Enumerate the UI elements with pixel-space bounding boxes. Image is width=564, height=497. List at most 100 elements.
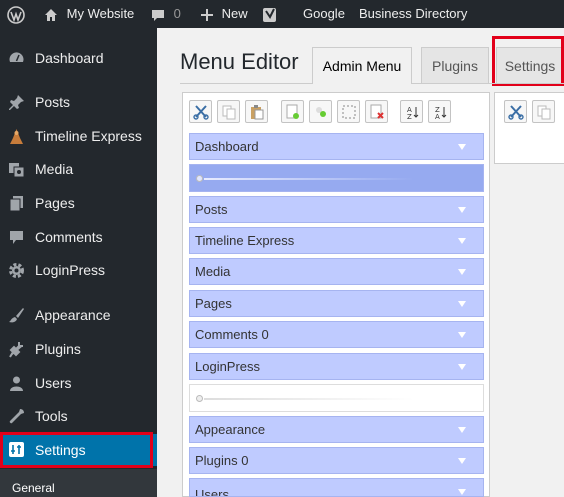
menu-item-pages[interactable]: Pages (189, 290, 484, 317)
menu-item-timeline-express[interactable]: Timeline Express (189, 227, 484, 254)
comments-link[interactable]: 0 (150, 0, 181, 28)
tab-plugins[interactable]: Plugins (421, 47, 489, 83)
google-link[interactable]: Google (303, 0, 345, 28)
menu-item-users[interactable]: Users (189, 478, 484, 497)
menu-item-appearance[interactable]: Appearance (189, 416, 484, 443)
expand-arrow-icon[interactable] (458, 332, 466, 338)
expand-arrow-icon[interactable] (458, 269, 466, 275)
menu-item-label: Users (195, 487, 229, 497)
sidebar-item-dashboard[interactable]: Dashboard (0, 43, 157, 73)
sidebar-item-label: Tools (35, 408, 68, 424)
submenu-copy-button[interactable] (532, 100, 555, 123)
comments-icon (10, 231, 23, 244)
sidebar-item-label: Dashboard (35, 50, 104, 66)
new-menu-button[interactable] (281, 100, 304, 123)
menu-item-media[interactable]: Media (189, 258, 484, 285)
sort-descending-button[interactable]: ZA (428, 100, 451, 123)
sidebar-item-label: Comments (35, 229, 103, 245)
pages-icon (9, 196, 23, 212)
settings-icon (9, 442, 24, 457)
sidebar-item-label: Media (35, 161, 74, 177)
sort-ascending-button[interactable]: AZ (400, 100, 423, 123)
menu-separator[interactable] (189, 384, 484, 412)
menu-item-label: Dashboard (195, 139, 259, 154)
sidebar-item-loginpress[interactable]: LoginPress (0, 255, 157, 285)
page-title: Menu Editor (180, 49, 299, 74)
expand-arrow-icon[interactable] (458, 364, 466, 370)
sidebar-item-label: Settings (35, 442, 86, 458)
new-item-icon (316, 107, 326, 117)
media-icon (9, 163, 25, 178)
business-directory-link[interactable]: Business Directory (359, 0, 467, 28)
menu-item-label: Media (195, 264, 231, 279)
sidebar-item-pages[interactable]: Pages (0, 188, 157, 218)
sort-desc-icon: ZA (435, 106, 447, 120)
yoast-icon[interactable] (262, 0, 278, 28)
sidebar-item-comments[interactable]: Comments (0, 222, 157, 252)
sidebar-item-users[interactable]: Users (0, 368, 157, 398)
menu-item-dashboard[interactable]: Dashboard (189, 133, 484, 160)
comment-icon (152, 9, 164, 21)
plus-icon (201, 8, 213, 21)
copy-icon (537, 105, 551, 120)
sidebar-item-timeline-express[interactable]: Timeline Express (0, 121, 157, 151)
svg-text:A: A (435, 113, 440, 120)
sidebar-submenu: General (0, 469, 157, 497)
menu-item-posts[interactable]: Posts (189, 196, 484, 223)
expand-arrow-icon[interactable] (458, 301, 466, 307)
menu-item-comments[interactable]: Comments 0 (189, 321, 484, 348)
expand-arrow-icon[interactable] (458, 238, 466, 244)
sidebar-submenu-general[interactable]: General (12, 481, 55, 495)
new-label: New (221, 6, 248, 21)
tab-admin-menu[interactable]: Admin Menu (312, 47, 412, 84)
site-name-link[interactable]: My Website (43, 0, 134, 28)
home-icon (45, 8, 57, 21)
tab-settings[interactable]: Settings (496, 47, 564, 83)
wordpress-logo-icon[interactable] (7, 0, 25, 28)
sort-asc-icon: AZ (407, 106, 419, 120)
sidebar-item-appearance[interactable]: Appearance (0, 300, 157, 330)
paste-button[interactable] (245, 100, 268, 123)
expand-arrow-icon[interactable] (458, 207, 466, 213)
separator-handle-icon (196, 395, 203, 402)
pin-icon (9, 95, 24, 110)
menu-item-plugins[interactable]: Plugins 0 (189, 447, 484, 474)
expand-arrow-icon[interactable] (458, 458, 466, 464)
sidebar-item-label: Plugins (35, 341, 81, 357)
expand-arrow-icon[interactable] (458, 489, 466, 495)
new-item-button[interactable] (309, 100, 332, 123)
expand-arrow-icon[interactable] (458, 427, 466, 433)
menu-item-label: LoginPress (195, 359, 261, 374)
delete-button[interactable] (365, 100, 388, 123)
submenu-cut-button[interactable] (504, 100, 527, 123)
sidebar-item-plugins[interactable]: Plugins (0, 334, 157, 364)
delete-icon (370, 104, 384, 119)
wrench-icon (9, 409, 24, 424)
copy-button[interactable] (217, 100, 240, 123)
comments-count: 0 (173, 6, 181, 21)
timeline-icon (10, 129, 23, 144)
sidebar-item-label: LoginPress (35, 262, 106, 278)
dashboard-icon (9, 52, 24, 62)
sidebar-item-tools[interactable]: Tools (0, 401, 157, 431)
expand-arrow-icon[interactable] (458, 144, 466, 150)
new-separator-icon (342, 105, 356, 119)
sidebar-item-label: Pages (35, 195, 75, 211)
sidebar-item-label: Timeline Express (35, 128, 142, 144)
sidebar-item-media[interactable]: Media (0, 154, 157, 184)
sidebar-item-label: Posts (35, 94, 71, 110)
new-separator-button[interactable] (337, 100, 360, 123)
sidebar-item-label: Appearance (35, 307, 111, 323)
menu-separator-selected[interactable] (189, 164, 484, 192)
sidebar-item-label: Users (35, 375, 72, 391)
sidebar-item-settings[interactable]: Settings (0, 434, 157, 466)
cut-icon (193, 105, 209, 120)
plug-icon (9, 342, 23, 358)
menu-item-loginpress[interactable]: LoginPress (189, 353, 484, 380)
sidebar-item-posts[interactable]: Posts (0, 87, 157, 117)
cut-button[interactable] (189, 100, 212, 123)
separator-handle-icon (196, 175, 203, 182)
menu-item-label: Appearance (195, 422, 266, 437)
separator-line (204, 178, 414, 180)
new-content-link[interactable]: New (200, 0, 248, 28)
